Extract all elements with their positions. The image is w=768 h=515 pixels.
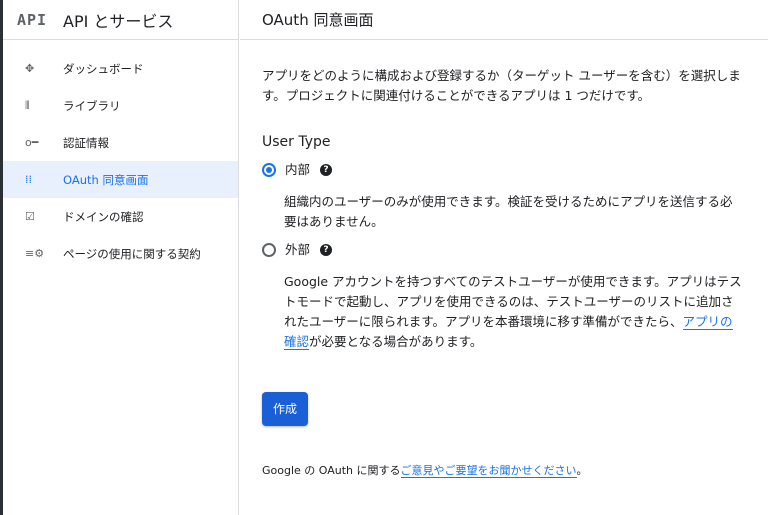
sidebar-item-credentials[interactable]: o━ 認証情報: [3, 124, 238, 161]
sidebar-item-oauth-consent[interactable]: ⁞⁞ OAuth 同意画面: [3, 161, 238, 198]
sidebar-item-label: ダッシュボード: [63, 61, 144, 76]
page-header: OAuth 同意画面: [240, 0, 768, 40]
sidebar-item-label: ライブラリ: [63, 98, 121, 113]
checkbox-icon: ☑: [25, 210, 35, 223]
feedback-footer: Google の OAuth に関するご意見やご要望をお聞かせください。: [262, 462, 588, 478]
footer-end: 。: [576, 464, 588, 477]
library-icon: ⫴: [25, 98, 30, 112]
sidebar-item-label: ページの使用に関する契約: [63, 246, 201, 261]
external-desc-text: Google アカウントを持つすべてのテストユーザーが使用できます。アプリはテス…: [284, 274, 742, 329]
feedback-link[interactable]: ご意見やご要望をお聞かせください: [400, 464, 577, 478]
key-icon: o━: [25, 136, 39, 149]
sidebar-item-label: OAuth 同意画面: [63, 172, 149, 187]
radio-external[interactable]: 外部?: [262, 240, 742, 260]
user-type-heading: User Type: [262, 134, 331, 150]
radio-label: 外部: [285, 242, 311, 257]
sidebar-item-label: 認証情報: [63, 135, 109, 150]
settings-list-icon: ≡⚙: [25, 247, 45, 260]
main-content: アプリをどのように構成および登録するか（ターゲット ユーザーを含む）を選択します…: [262, 66, 742, 426]
dashboard-icon: ✥: [25, 62, 35, 75]
sidebar: API API とサービス ✥ ダッシュボード ⫴ ライブラリ o━ 認証情報 ⁞⁞ O…: [3, 0, 239, 515]
help-icon[interactable]: ?: [320, 164, 333, 176]
product-title: API とサービス: [63, 11, 174, 31]
sidebar-item-library[interactable]: ⫴ ライブラリ: [3, 87, 238, 124]
footer-text: Google の OAuth に関する: [262, 464, 401, 477]
radio-unselected-icon[interactable]: [262, 243, 276, 257]
radio-internal[interactable]: 内部?: [262, 160, 742, 180]
radio-selected-icon[interactable]: [262, 163, 276, 177]
page-title: OAuth 同意画面: [262, 11, 374, 29]
sidebar-item-label: ドメインの確認: [63, 209, 144, 224]
help-icon[interactable]: ?: [320, 244, 333, 256]
consent-icon: ⁞⁞: [25, 173, 32, 186]
sidebar-item-domain-verification[interactable]: ☑ ドメインの確認: [3, 198, 238, 235]
external-description: Google アカウントを持つすべてのテストユーザーが使用できます。アプリはテス…: [284, 272, 742, 352]
create-button[interactable]: 作成: [262, 392, 309, 426]
radio-label: 内部: [285, 162, 311, 177]
external-desc-end: が必要となる場合があります。: [309, 334, 483, 349]
internal-description: 組織内のユーザーのみが使用できます。検証を受けるためにアプリを送信する必要はあり…: [284, 194, 733, 229]
intro-text: アプリをどのように構成および登録するか（ターゲット ユーザーを含む）を選択します…: [262, 68, 741, 103]
sidebar-brand: API API とサービス: [3, 0, 238, 40]
sidebar-nav: ✥ ダッシュボード ⫴ ライブラリ o━ 認証情報 ⁞⁞ OAuth 同意画面 ☑ ドメイ…: [3, 40, 238, 272]
api-logo: API: [17, 10, 48, 29]
sidebar-item-page-usage-agreements[interactable]: ≡⚙ ページの使用に関する契約: [3, 235, 238, 272]
sidebar-item-dashboard[interactable]: ✥ ダッシュボード: [3, 50, 238, 87]
